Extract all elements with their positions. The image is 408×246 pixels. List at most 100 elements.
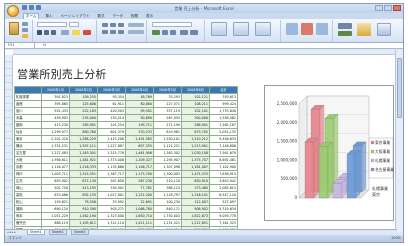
table-cell[interactable]: 459,903	[41, 114, 70, 122]
table-cell[interactable]: 1,562,187	[209, 121, 238, 129]
row-header[interactable]	[5, 111, 12, 118]
row-label[interactable]: 旭川	[14, 107, 42, 115]
table-cell[interactable]: 33,293	[153, 93, 182, 101]
table-cell[interactable]: 227,571	[153, 100, 182, 108]
underline-icon[interactable]	[51, 30, 56, 35]
sales-chart[interactable]: 2,500,000 2,000,000 1,500,000 1,000,000 500,…	[264, 85, 394, 221]
row-header[interactable]	[5, 104, 12, 111]
table-cell[interactable]: 1,227,887	[97, 142, 126, 150]
table-cell[interactable]: 502,750	[41, 184, 70, 192]
autosum-icon[interactable]	[338, 23, 352, 29]
table-cell[interactable]: 657,255	[125, 142, 154, 150]
cut-icon[interactable]	[22, 22, 28, 26]
maximize-button[interactable]	[384, 5, 392, 11]
table-cell[interactable]: 109,255	[69, 93, 98, 101]
table-cell[interactable]: 7,636,915	[209, 170, 238, 178]
font-size-dropdown[interactable]	[69, 22, 79, 27]
table-cell[interactable]: 61,911	[97, 100, 126, 108]
zoom-level[interactable]: 100%	[391, 235, 401, 242]
row-header[interactable]	[5, 174, 12, 181]
column-header-6[interactable]: 合計	[209, 86, 238, 94]
table-cell[interactable]: 1,750,003	[153, 212, 182, 220]
table-cell[interactable]: 267,055	[153, 114, 182, 122]
table-cell[interactable]: 222,183	[69, 107, 98, 115]
table-cell[interactable]: 1,066,780	[125, 205, 154, 213]
table-cell[interactable]: 870,066	[41, 191, 70, 199]
decrease-decimal-icon[interactable]	[190, 30, 198, 35]
table-cell[interactable]: 650,910	[181, 177, 210, 185]
row-label[interactable]: 青森	[14, 114, 42, 122]
row-header[interactable]	[5, 209, 12, 216]
table-cell[interactable]: 1,363,302	[153, 149, 182, 157]
table-cell[interactable]: 2,085,815	[209, 184, 238, 192]
row-label[interactable]: 名古屋	[14, 149, 42, 157]
table-cell[interactable]: 1,462,190	[69, 212, 98, 220]
table-cell[interactable]: 908,902	[181, 205, 210, 213]
fill-color-icon[interactable]	[72, 30, 80, 35]
table-cell[interactable]: 1,315,551	[69, 170, 98, 178]
row-label[interactable]: 高松	[14, 191, 42, 199]
table-cell[interactable]: 510,120	[153, 177, 182, 185]
align-middle-icon[interactable]	[110, 23, 116, 27]
table-cell[interactable]: 330,501	[97, 184, 126, 192]
row-label[interactable]: 京都	[14, 163, 42, 171]
table-cell[interactable]: 337,119	[153, 107, 182, 115]
name-box[interactable]: F31	[7, 43, 35, 48]
table-cell[interactable]: 1,209,327	[125, 156, 154, 164]
table-cell[interactable]: 22,691	[125, 198, 154, 206]
table-cell[interactable]: 80,880	[125, 100, 154, 108]
table-cell[interactable]: 1,367,717	[97, 170, 126, 178]
table-cell[interactable]: 159,621	[41, 198, 70, 206]
row-label[interactable]: 熊本	[14, 212, 42, 220]
table-cell[interactable]: 125,606	[69, 100, 98, 108]
table-cell[interactable]: 1,299,077	[41, 128, 70, 136]
table-cell[interactable]: 1,175,700	[125, 170, 154, 178]
conditional-format-icon[interactable]	[211, 22, 227, 36]
row-header[interactable]	[5, 216, 12, 223]
table-cell[interactable]: 1,163,501	[69, 149, 98, 157]
table-cell[interactable]: 112,007	[181, 198, 210, 206]
cell-styles-icon[interactable]	[255, 22, 271, 36]
row-label[interactable]: 岡山	[14, 184, 42, 192]
row-label[interactable]: 大阪	[14, 156, 42, 164]
table-cell[interactable]: 1,558,462	[209, 114, 238, 122]
table-cell[interactable]: 1,312,110	[97, 219, 126, 227]
table-cell[interactable]: 1,415,208	[97, 135, 126, 143]
table-cell[interactable]: 655,902	[41, 177, 70, 185]
table-cell[interactable]: 1,213,901	[181, 142, 210, 150]
table-cell[interactable]: 1,135,668	[97, 163, 126, 171]
align-right-icon[interactable]	[118, 30, 124, 34]
row-header[interactable]	[5, 97, 12, 104]
table-cell[interactable]: 395,865	[41, 100, 70, 108]
table-cell[interactable]: 672,130	[69, 177, 98, 185]
row-header[interactable]	[5, 181, 12, 188]
table-cell[interactable]: 5,051,135	[209, 128, 238, 136]
align-center-icon[interactable]	[110, 30, 116, 34]
table-cell[interactable]: 1,733,840	[209, 107, 238, 115]
fill-icon[interactable]	[338, 31, 352, 36]
table-cell[interactable]: 202,101	[181, 107, 210, 115]
delete-cells-icon[interactable]	[301, 23, 313, 35]
table-cell[interactable]: 9,059,778	[209, 212, 238, 220]
row-label[interactable]: 神戸	[14, 170, 42, 178]
table-cell[interactable]: 101,254	[97, 121, 126, 129]
row-label[interactable]: 横浜	[14, 142, 42, 150]
table-cell[interactable]: 1,822,673	[181, 212, 210, 220]
table-cell[interactable]: 48,769	[125, 93, 154, 101]
row-header[interactable]	[5, 69, 12, 76]
column-header-3[interactable]: 2008年4月	[125, 86, 154, 94]
table-cell[interactable]: 587,650	[97, 177, 126, 185]
table-cell[interactable]: 1,003,711	[41, 170, 70, 178]
column-header-0[interactable]: 2008年1月	[41, 86, 70, 94]
table-cell[interactable]: 2,201,320	[41, 135, 70, 143]
row-label[interactable]: 鹿児島	[14, 219, 42, 227]
table-cell[interactable]: 1,051,229	[41, 212, 70, 220]
table-cell[interactable]: 7,561,678	[209, 149, 238, 157]
row-header[interactable]	[5, 195, 12, 202]
table-cell[interactable]: 793,613	[209, 93, 238, 101]
table-cell[interactable]: 1,331,231	[41, 142, 70, 150]
row-label[interactable]: 福岡	[14, 205, 42, 213]
sort-filter-icon[interactable]	[357, 23, 371, 36]
table-cell[interactable]: 910,390	[69, 205, 98, 213]
table-cell[interactable]: 5,319,634	[209, 205, 238, 213]
